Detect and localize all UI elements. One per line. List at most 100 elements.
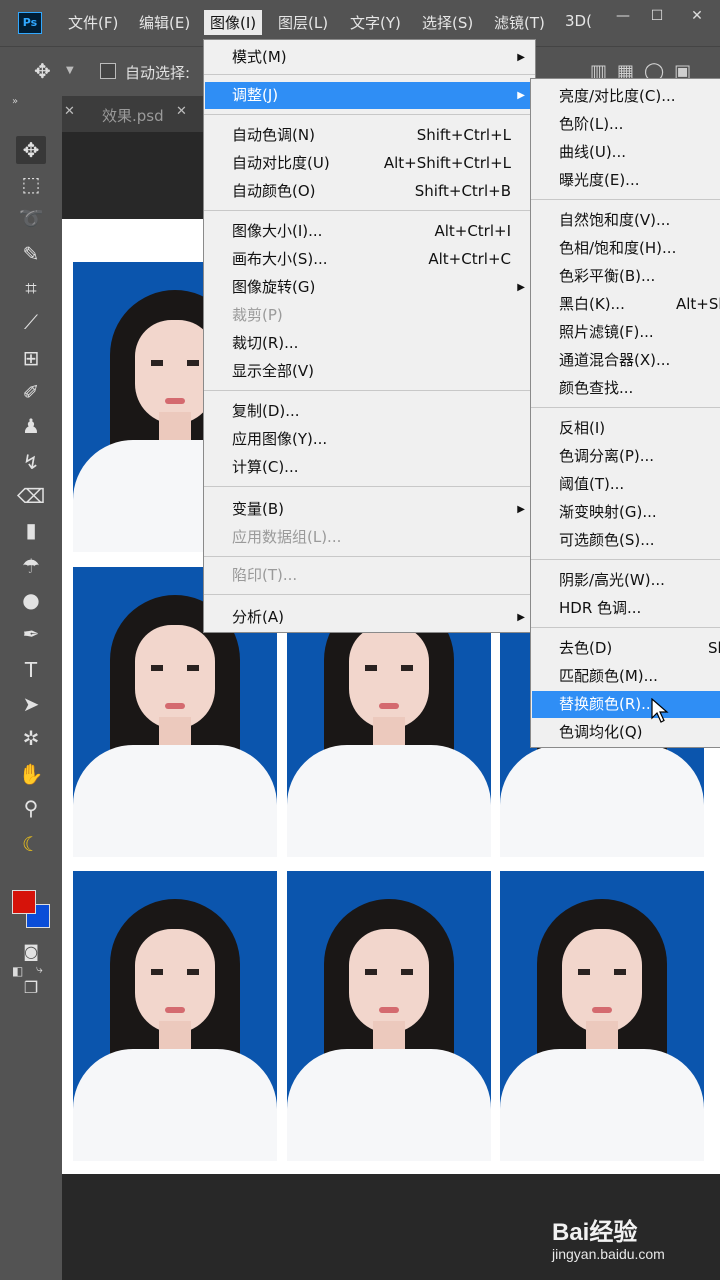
menu-item-mode[interactable]: 模式(M) ▶ xyxy=(205,44,535,71)
menu-item-auto-tone[interactable]: 自动色调(N) Shift+Ctrl+L xyxy=(205,122,535,149)
foreground-color-swatch[interactable] xyxy=(12,890,36,914)
menu-separator xyxy=(204,486,535,488)
chevron-right-icon: ▶ xyxy=(517,90,525,101)
crop-tool-icon[interactable]: ⌗ xyxy=(16,274,46,302)
submenu-item-brightness-contrast[interactable]: 亮度/对比度(C)... xyxy=(532,83,720,110)
path-select-tool-icon[interactable]: ➤ xyxy=(16,690,46,718)
id-photo xyxy=(73,871,277,1161)
eraser-tool-icon[interactable]: ⌫ xyxy=(16,482,46,510)
menu-item-adjustments[interactable]: 调整(J) ▶ xyxy=(205,82,535,109)
adjustments-submenu: 亮度/对比度(C)... 色阶(L)... 曲线(U)... 曝光度(E)...… xyxy=(530,78,720,748)
close-icon[interactable]: ✕ xyxy=(64,104,75,119)
shape-tool-icon[interactable]: ✲ xyxy=(16,724,46,752)
submenu-item-posterize[interactable]: 色调分离(P)... xyxy=(532,443,720,470)
minimize-button[interactable]: — xyxy=(614,8,632,26)
mouse-cursor-icon xyxy=(651,698,669,723)
submenu-item-black-white[interactable]: 黑白(K)...Alt+Sh xyxy=(532,291,720,318)
menu-item-auto-color[interactable]: 自动颜色(O) Shift+Ctrl+B xyxy=(205,178,535,205)
submenu-item-curves[interactable]: 曲线(U)... xyxy=(532,139,720,166)
tab-document[interactable]: 效果.psd xyxy=(102,105,164,126)
panel-collapse-icon[interactable]: » xyxy=(12,96,18,107)
menu-item-auto-contrast[interactable]: 自动对比度(U) Alt+Shift+Ctrl+L xyxy=(205,150,535,177)
menu-item-apply-image[interactable]: 应用图像(Y)... xyxy=(205,426,535,453)
submenu-item-vibrance[interactable]: 自然饱和度(V)... xyxy=(532,207,720,234)
watermark-logo: Bai经验 xyxy=(552,1219,638,1246)
menu-layer[interactable]: 图层(L) xyxy=(278,12,328,33)
menu-item-trim[interactable]: 裁切(R)... xyxy=(205,330,535,357)
menu-type[interactable]: 文字(Y) xyxy=(350,12,401,33)
submenu-item-gradient-map[interactable]: 渐变映射(G)... xyxy=(532,499,720,526)
quick-select-tool-icon[interactable]: ✎ xyxy=(16,240,46,268)
menu-item-apply-data-set: 应用数据组(L)... xyxy=(232,528,342,546)
menu-separator xyxy=(531,407,720,409)
tools-panel: » ✥ ⬚ ➰ ✎ ⌗ ⟋ ⊞ ✐ ♟ ↯ ⌫ ▮ ☂ ● ✒ T ➤ ✲ ✋ … xyxy=(0,96,62,1280)
menu-item-reveal-all[interactable]: 显示全部(V) xyxy=(205,358,535,385)
menu-item-analysis[interactable]: 分析(A) ▶ xyxy=(205,604,535,631)
id-photo xyxy=(500,871,704,1161)
submenu-item-equalize[interactable]: 色调均化(Q) xyxy=(532,719,720,746)
menu-item-image-rotation[interactable]: 图像旋转(G) ▶ xyxy=(205,274,535,301)
submenu-item-match-color[interactable]: 匹配颜色(M)... xyxy=(532,663,720,690)
menu-3d[interactable]: 3D( xyxy=(565,12,592,30)
history-brush-tool-icon[interactable]: ↯ xyxy=(16,448,46,476)
menu-item-duplicate[interactable]: 复制(D)... xyxy=(205,398,535,425)
move-tool-icon[interactable]: ✥ xyxy=(16,136,46,164)
menu-image[interactable]: 图像(I) xyxy=(204,10,263,35)
menu-item-crop: 裁剪(P) xyxy=(232,306,283,324)
menu-separator xyxy=(204,114,535,116)
hand-tool-icon[interactable]: ✋ xyxy=(16,760,46,788)
pen-tool-icon[interactable]: ✒ xyxy=(16,620,46,648)
submenu-item-invert[interactable]: 反相(I) xyxy=(532,415,720,442)
submenu-item-shadows-highlights[interactable]: 阴影/高光(W)... xyxy=(532,567,720,594)
marquee-tool-icon[interactable]: ⬚ xyxy=(16,170,46,198)
chevron-right-icon: ▶ xyxy=(517,504,525,515)
menu-item-calculations[interactable]: 计算(C)... xyxy=(205,454,535,481)
auto-select-checkbox[interactable] xyxy=(100,63,116,79)
submenu-item-color-lookup[interactable]: 颜色查找... xyxy=(532,375,720,402)
submenu-item-photo-filter[interactable]: 照片滤镜(F)... xyxy=(532,319,720,346)
image-menu: 模式(M) ▶ 调整(J) ▶ 自动色调(N) Shift+Ctrl+L 自动对比度(… xyxy=(203,39,536,633)
close-button[interactable]: ✕ xyxy=(688,8,706,26)
eyedropper-tool-icon[interactable]: ⟋ xyxy=(16,308,46,336)
submenu-item-selective-color[interactable]: 可选颜色(S)... xyxy=(532,527,720,554)
close-icon[interactable]: ✕ xyxy=(176,104,187,119)
submenu-item-threshold[interactable]: 阈值(T)... xyxy=(532,471,720,498)
submenu-item-levels[interactable]: 色阶(L)... xyxy=(532,111,720,138)
menu-select[interactable]: 选择(S) xyxy=(422,12,473,33)
move-tool-icon[interactable]: ✥ xyxy=(34,59,51,83)
menu-item-canvas-size[interactable]: 画布大小(S)... Alt+Ctrl+C xyxy=(205,246,535,273)
id-photo xyxy=(287,871,491,1161)
menu-edit[interactable]: 编辑(E) xyxy=(139,12,190,33)
maximize-button[interactable]: ☐ xyxy=(648,8,666,26)
baidu-jingyan-watermark: Bai经验 jingyan.baidu.com xyxy=(552,1212,712,1270)
submenu-item-desaturate[interactable]: 去色(D)Sh xyxy=(532,635,720,662)
lasso-tool-icon[interactable]: ➰ xyxy=(16,204,46,232)
menu-separator xyxy=(204,556,535,558)
submenu-item-channel-mixer[interactable]: 通道混合器(X)... xyxy=(532,347,720,374)
chevron-right-icon: ▶ xyxy=(517,612,525,623)
submenu-item-hue-saturation[interactable]: 色相/饱和度(H)... xyxy=(532,235,720,262)
menu-item-image-size[interactable]: 图像大小(I)... Alt+Ctrl+I xyxy=(205,218,535,245)
stamp-tool-icon[interactable]: ♟ xyxy=(16,412,46,440)
submenu-item-exposure[interactable]: 曝光度(E)... xyxy=(532,167,720,194)
gradient-tool-icon[interactable]: ▮ xyxy=(16,516,46,544)
chevron-down-icon[interactable]: ▼ xyxy=(66,65,74,76)
zoom-tool-icon[interactable]: ⚲ xyxy=(16,794,46,822)
menu-separator xyxy=(204,390,535,392)
type-tool-icon[interactable]: T xyxy=(16,656,46,684)
menu-item-variables[interactable]: 变量(B) ▶ xyxy=(205,496,535,523)
menu-file[interactable]: 文件(F) xyxy=(68,12,118,33)
menu-item-trap: 陷印(T)... xyxy=(232,566,298,584)
blur-tool-icon[interactable]: ☂ xyxy=(16,552,46,580)
quick-mask-icon[interactable]: ◙ xyxy=(16,938,46,966)
submenu-item-hdr-toning[interactable]: HDR 色调... xyxy=(532,595,720,622)
menu-separator xyxy=(531,559,720,561)
submenu-item-color-balance[interactable]: 色彩平衡(B)... xyxy=(532,263,720,290)
healing-brush-tool-icon[interactable]: ⊞ xyxy=(16,344,46,372)
brush-tool-icon[interactable]: ✐ xyxy=(16,378,46,406)
screen-mode-icon[interactable]: ❐ xyxy=(16,974,46,1002)
banana-icon[interactable]: ☾ xyxy=(16,830,46,858)
dodge-tool-icon[interactable]: ● xyxy=(16,586,46,614)
menu-filter[interactable]: 滤镜(T) xyxy=(494,12,545,33)
submenu-item-replace-color[interactable]: 替换颜色(R)... xyxy=(532,691,720,718)
